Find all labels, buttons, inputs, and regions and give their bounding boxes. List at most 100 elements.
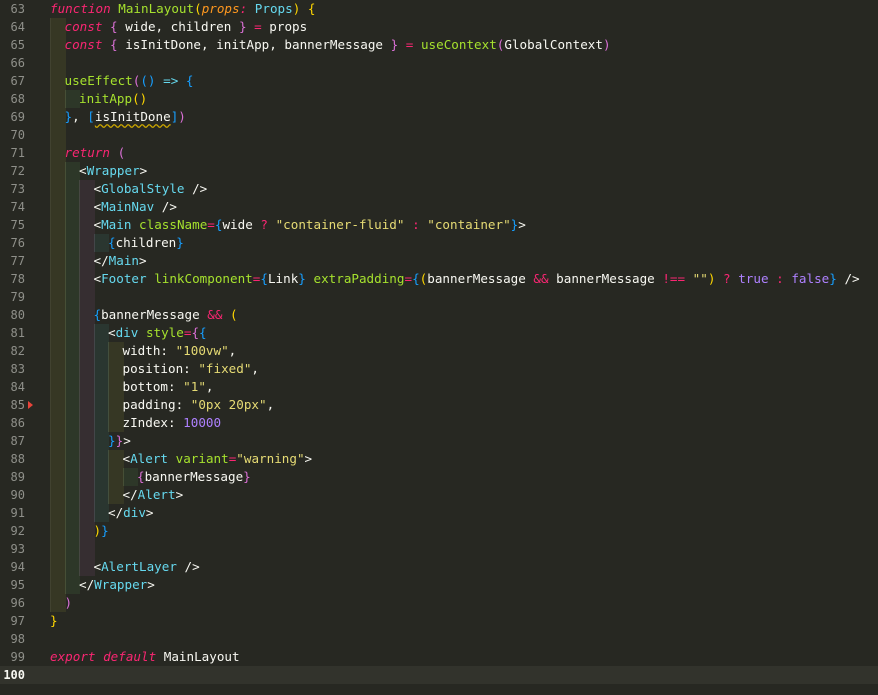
indent-guide [64, 558, 80, 576]
code-text: useEffect(() => { [65, 72, 194, 90]
code-line[interactable]: 91 </div> [0, 504, 878, 522]
code-line[interactable]: 87}}> [0, 432, 878, 450]
code-line[interactable]: 74 <MainNav /> [0, 198, 878, 216]
code-line[interactable]: 90 </Alert> [0, 486, 878, 504]
code-token: } [243, 469, 251, 484]
code-line[interactable]: 92)} [0, 522, 878, 540]
code-line[interactable]: 78 <Footer linkComponent={Link} extraPadd… [0, 270, 878, 288]
code-line[interactable]: 86 zIndex: 10000 [0, 414, 878, 432]
code-line[interactable]: 79 [0, 288, 878, 306]
indent-guide [64, 270, 80, 288]
code-line[interactable]: 81 <div style={{ [0, 324, 878, 342]
line-number: 66 [10, 56, 25, 70]
indent-guide [50, 270, 66, 288]
folding-marker-icon[interactable] [28, 401, 33, 409]
code-line[interactable]: 98 [0, 630, 878, 648]
indent-guide [122, 468, 138, 486]
code-line[interactable]: 64 const { wide, children } = props [0, 18, 878, 36]
code-token: = [254, 19, 262, 34]
code-token: className [139, 217, 208, 232]
indent-guide [64, 90, 80, 108]
code-text: <Footer linkComponent={Link} extraPaddin… [94, 270, 860, 288]
code-token: "container" [427, 217, 511, 232]
code-line[interactable]: 88 <Alert variant="warning"> [0, 450, 878, 468]
code-token: isInitDone, initApp, bannerMessage [117, 37, 391, 52]
code-line[interactable]: 68 initApp() [0, 90, 878, 108]
code-line[interactable]: 72 <Wrapper> [0, 162, 878, 180]
code-line[interactable]: 99 export default MainLayout [0, 648, 878, 666]
code-token: , [72, 109, 88, 124]
indent-guide [64, 378, 80, 396]
indent-guide [79, 504, 95, 522]
code-token: } [298, 271, 306, 286]
line-number: 85 [10, 398, 25, 412]
code-token: Footer [101, 271, 147, 286]
code-line[interactable]: 95 </Wrapper> [0, 576, 878, 594]
code-line[interactable]: 70 [0, 126, 878, 144]
line-number: 84 [10, 380, 25, 394]
indent-guide [50, 234, 66, 252]
indent-guide [79, 486, 95, 504]
code-token: MainLayout [156, 649, 240, 664]
code-token: MainLayout [118, 1, 195, 16]
indent-guide [93, 468, 109, 486]
code-token: < [93, 181, 102, 196]
line-number: 79 [10, 290, 25, 304]
code-line[interactable]: 71 return ( [0, 144, 878, 162]
indent-guide [79, 540, 95, 558]
code-token: { [137, 469, 145, 484]
line-number: 100 [3, 668, 25, 682]
code-token: div [115, 325, 139, 340]
code-line[interactable]: 75 <Main className={wide ? "container-flu… [0, 216, 878, 234]
code-token: , [266, 397, 275, 412]
line-number: 98 [10, 632, 25, 646]
code-line[interactable]: 63 function MainLayout(props: Props) { [0, 0, 878, 18]
code-token: export [50, 649, 96, 664]
code-line[interactable]: 100 [0, 666, 878, 684]
code-token: () [132, 91, 148, 106]
code-line[interactable]: 97} [0, 612, 878, 630]
indent-guide [79, 306, 95, 324]
code-line[interactable]: 65 const { isInitDone, initApp, bannerMes… [0, 36, 878, 54]
indent-guide [50, 36, 66, 54]
indent-guide [79, 234, 95, 252]
code-token: { [260, 271, 268, 286]
code-line[interactable]: 73 <GlobalStyle /> [0, 180, 878, 198]
code-line[interactable]: 94 <AlertLayer /> [0, 558, 878, 576]
code-text: width: "100vw", [123, 342, 237, 360]
code-line[interactable]: 89 {bannerMessage} [0, 468, 878, 486]
code-line[interactable]: 96) [0, 594, 878, 612]
code-token: { [110, 19, 118, 34]
code-editor[interactable]: 63 function MainLayout(props: Props) {64 c… [0, 0, 878, 695]
indent-guide [50, 342, 66, 360]
code-text: } [50, 612, 58, 630]
code-line[interactable]: 67 useEffect(() => { [0, 72, 878, 90]
code-token: { [191, 325, 200, 340]
code-line[interactable]: 93 [0, 540, 878, 558]
code-line[interactable]: 84 bottom: "1", [0, 378, 878, 396]
indent-guide [93, 396, 109, 414]
code-line[interactable]: 77 </Main> [0, 252, 878, 270]
code-line[interactable]: 76 {children} [0, 234, 878, 252]
indent-guide [50, 162, 66, 180]
code-token: padding: [122, 397, 191, 412]
indent-guide [64, 198, 80, 216]
code-line[interactable]: 80 {bannerMessage && ( [0, 306, 878, 324]
line-number: 72 [10, 164, 25, 178]
code-line[interactable]: 82 width: "100vw", [0, 342, 878, 360]
indent-guide [50, 414, 66, 432]
indent-guide [79, 180, 95, 198]
indent-guide [79, 270, 95, 288]
code-line[interactable]: 85 padding: "0px 20px", [0, 396, 878, 414]
code-line[interactable]: 83 position: "fixed", [0, 360, 878, 378]
code-line[interactable]: 69}, [isInitDone]) [0, 108, 878, 126]
code-token: </ [79, 577, 95, 592]
code-token: position: [122, 361, 199, 376]
line-number: 65 [10, 38, 25, 52]
code-line[interactable]: 66 [0, 54, 878, 72]
code-token: } [101, 523, 109, 538]
